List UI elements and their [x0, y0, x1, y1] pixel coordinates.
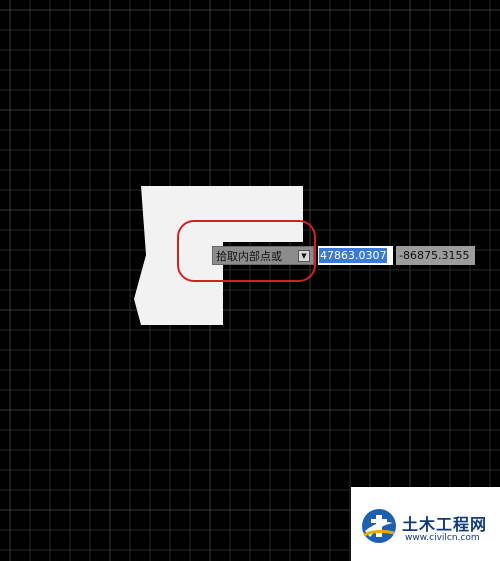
x-coordinate-value: 47863.0307: [319, 248, 388, 263]
civilcn-logo-icon: [362, 509, 396, 543]
y-coordinate-value: -86875.3155: [399, 249, 470, 262]
x-coordinate-input[interactable]: 47863.0307: [318, 246, 393, 265]
watermark: 土木工程网 www.civilcn.com: [351, 487, 500, 561]
watermark-title: 土木工程网: [402, 515, 488, 534]
y-coordinate-input[interactable]: -86875.3155: [396, 246, 475, 265]
watermark-url: www.civilcn.com: [405, 533, 480, 543]
dropdown-arrow-icon[interactable]: ▼: [298, 249, 310, 262]
command-prompt-label: 拾取内部点或: [216, 249, 282, 263]
command-prompt-box[interactable]: 拾取内部点或 ▼: [212, 246, 314, 265]
drawing-canvas[interactable]: [0, 0, 500, 561]
